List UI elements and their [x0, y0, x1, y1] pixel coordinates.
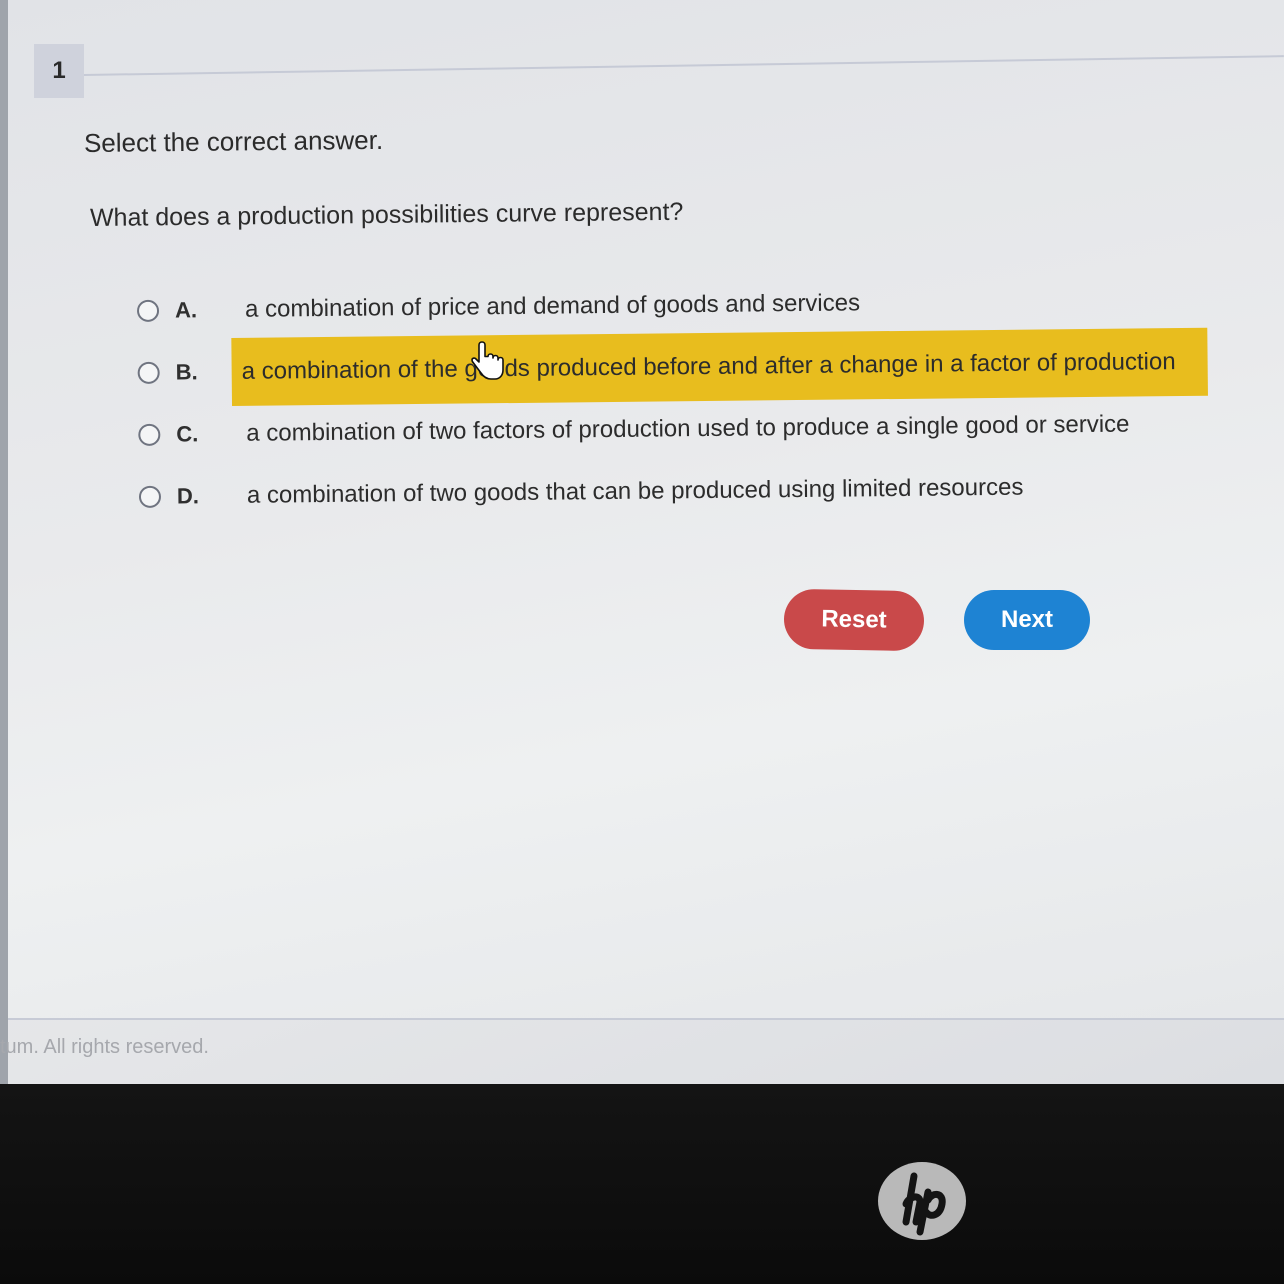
- option-letter: A.: [174, 297, 198, 323]
- option-d[interactable]: D. a combination of two goods that can b…: [133, 454, 1284, 528]
- header-divider: [83, 55, 1284, 76]
- option-text[interactable]: a combination of two goods that can be p…: [237, 464, 1034, 520]
- instruction-text: Select the correct answer.: [83, 124, 384, 158]
- hp-logo: [878, 1162, 966, 1240]
- left-strip: [0, 0, 8, 1084]
- option-letter: B.: [175, 359, 198, 385]
- radio-b[interactable]: [137, 361, 160, 384]
- question-number: 1: [34, 44, 84, 98]
- radio-a[interactable]: [136, 299, 160, 322]
- next-button[interactable]: Next: [964, 590, 1090, 650]
- copyright-footer: tum. All rights reserved.: [0, 1036, 209, 1058]
- action-buttons: Reset Next: [783, 588, 1090, 652]
- question-prompt: What does a production possibilities cur…: [89, 197, 684, 232]
- assessment-page: 1 Select the correct answer. What does a…: [8, 0, 1284, 1020]
- option-letter: C.: [176, 421, 199, 447]
- option-text[interactable]: a combination of two factors of producti…: [236, 400, 1140, 457]
- radio-d[interactable]: [138, 485, 162, 508]
- screen: 1 Select the correct answer. What does a…: [0, 0, 1284, 1084]
- answer-options: A. a combination of price and demand of …: [131, 268, 1284, 528]
- hand-pointer-icon: [471, 341, 504, 380]
- reset-button[interactable]: Reset: [783, 588, 925, 652]
- laptop-bezel: [0, 1084, 1284, 1284]
- option-letter: D.: [176, 483, 200, 509]
- option-text[interactable]: a combination of price and demand of goo…: [235, 279, 871, 334]
- radio-c[interactable]: [138, 423, 161, 446]
